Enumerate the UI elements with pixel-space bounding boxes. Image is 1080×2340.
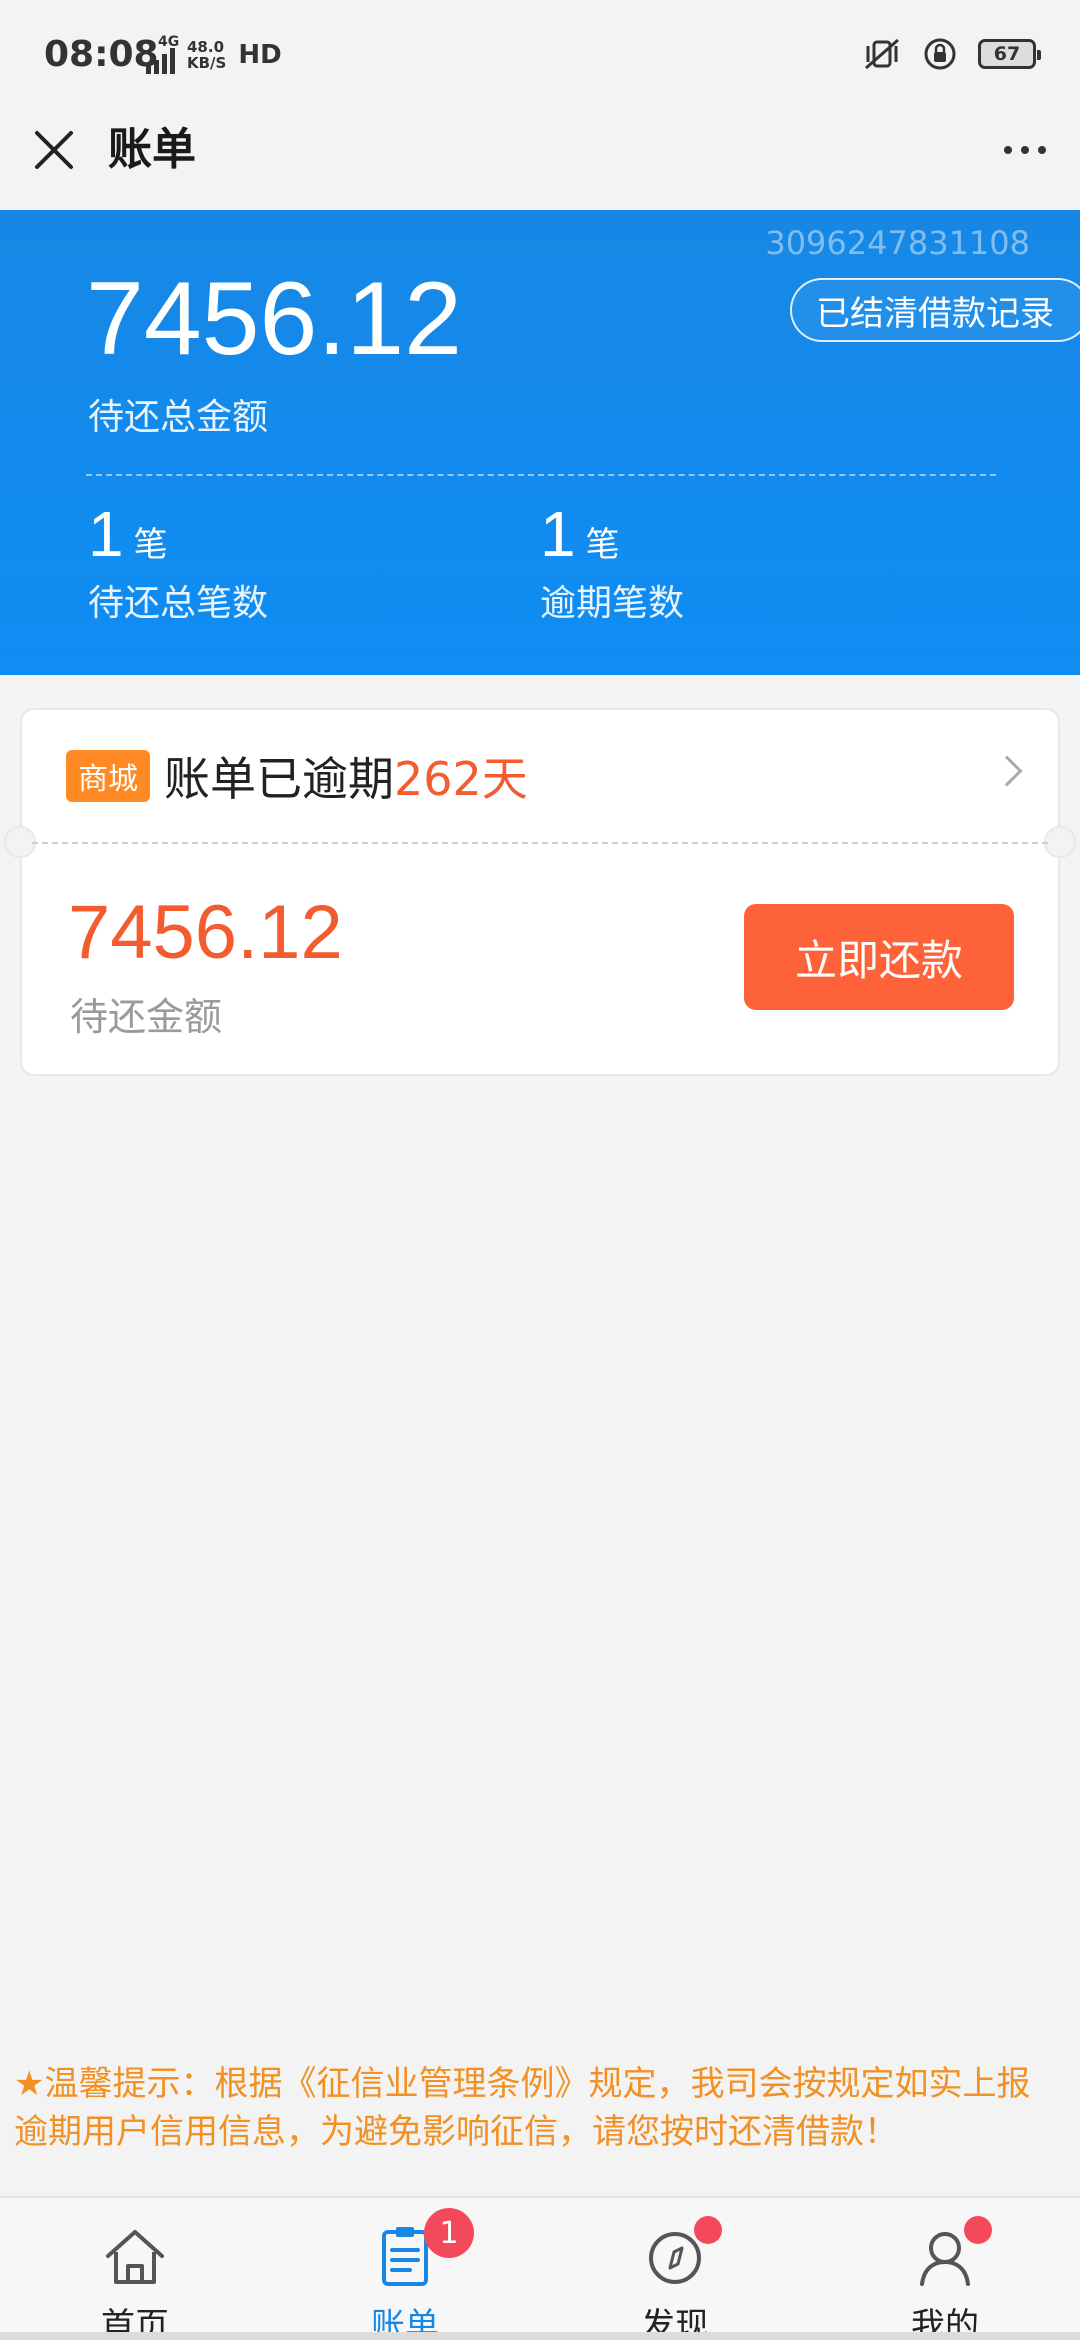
rotation-lock-icon bbox=[924, 38, 956, 70]
nav-item-discover[interactable]: 发现 bbox=[540, 2198, 810, 2340]
overdue-count-unit: 笔 bbox=[585, 525, 620, 565]
status-bar: 08:08 4G 48.0 KB/S HD 67 bbox=[0, 0, 1080, 110]
overdue-days: 262天 bbox=[394, 752, 528, 806]
page-title: 账单 bbox=[108, 124, 196, 175]
close-button[interactable] bbox=[26, 122, 82, 178]
bill-divider bbox=[32, 842, 1048, 844]
user-icon bbox=[910, 2216, 992, 2292]
total-amount-label: 待还总金额 bbox=[88, 397, 269, 438]
more-icon bbox=[1004, 146, 1012, 154]
bill-amount-label: 待还金额 bbox=[70, 995, 223, 1039]
mall-tag: 商城 bbox=[66, 750, 150, 802]
battery-level: 67 bbox=[993, 43, 1021, 65]
card-notch-right bbox=[1044, 826, 1076, 858]
pending-count-unit: 笔 bbox=[133, 525, 168, 565]
nav-item-mine[interactable]: 我的 bbox=[810, 2198, 1080, 2340]
battery-icon: 67 bbox=[978, 39, 1041, 69]
network-speed: 48.0 KB/S bbox=[187, 39, 226, 71]
vibrate-mute-icon bbox=[865, 38, 899, 70]
bottom-nav: 首页 1 账单 发现 我的 bbox=[0, 2196, 1080, 2340]
signal-icon bbox=[146, 46, 175, 74]
title-bar: 账单 bbox=[0, 110, 1080, 210]
settled-records-button[interactable]: 已结清借款记录 bbox=[790, 278, 1080, 342]
bill-summary-panel: 3096247831108 已结清借款记录 7456.12 待还总金额 1笔 待… bbox=[0, 210, 1080, 675]
close-icon bbox=[35, 131, 73, 169]
discover-dot-badge bbox=[694, 2216, 722, 2244]
network-speed-value: 48.0 bbox=[187, 38, 225, 56]
more-button[interactable] bbox=[990, 122, 1060, 178]
nav-item-home[interactable]: 首页 bbox=[0, 2198, 270, 2340]
home-icon bbox=[100, 2222, 170, 2292]
pending-count: 1 bbox=[88, 498, 124, 570]
status-right: 67 bbox=[862, 36, 1041, 72]
total-amount: 7456.12 bbox=[86, 261, 462, 377]
network-type: 4G bbox=[158, 34, 180, 50]
summary-divider bbox=[86, 474, 996, 476]
network-speed-unit: KB/S bbox=[187, 54, 227, 72]
bill-icon: 1 bbox=[370, 2208, 474, 2292]
hd-indicator: HD bbox=[238, 40, 282, 70]
mine-dot-badge bbox=[964, 2216, 992, 2244]
nav-item-bill[interactable]: 1 账单 bbox=[270, 2198, 540, 2340]
account-id: 3096247831108 bbox=[765, 224, 1030, 262]
chevron-right-icon bbox=[991, 755, 1023, 787]
pending-count-label: 待还总笔数 bbox=[88, 583, 269, 624]
overdue-count: 1 bbox=[540, 498, 576, 570]
bill-badge: 1 bbox=[424, 2208, 474, 2258]
network-indicator: 4G 48.0 KB/S HD bbox=[146, 34, 282, 74]
compass-icon bbox=[640, 2216, 722, 2292]
credit-notice: ★温馨提示：根据《征信业管理条例》规定，我司会按规定如实上报逾期用户信用信息，为… bbox=[14, 2064, 1031, 2152]
pay-now-button[interactable]: 立即还款 bbox=[744, 904, 1014, 1010]
status-time: 08:08 bbox=[44, 34, 159, 75]
bill-status-text: 账单已逾期 bbox=[164, 752, 394, 806]
overdue-count-stat: 1笔 逾期笔数 bbox=[540, 498, 684, 626]
pending-count-stat: 1笔 待还总笔数 bbox=[88, 498, 268, 626]
bill-amount: 7456.12 bbox=[68, 890, 343, 975]
overdue-count-label: 逾期笔数 bbox=[540, 583, 685, 624]
bill-card: 商城 账单已逾期 262天 7456.12 待还金额 立即还款 bbox=[4, 708, 1076, 1076]
bill-header[interactable]: 商城 账单已逾期 262天 bbox=[22, 710, 1058, 842]
home-indicator bbox=[0, 2332, 1080, 2340]
